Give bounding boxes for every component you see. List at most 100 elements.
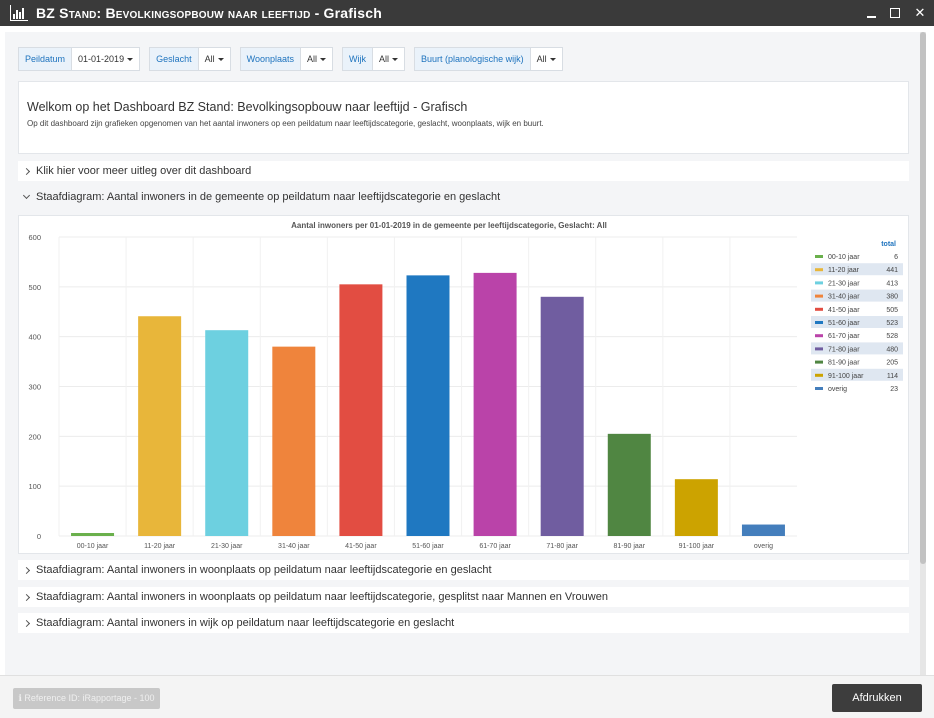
y-tick-label: 400 [28,333,41,342]
caret-down-icon [549,57,556,61]
legend-value: 413 [886,280,898,287]
window-title: BZ Stand: Bevolkingsopbouw naar leeftijd… [36,5,382,21]
filter-label: Wijk [343,48,374,70]
y-tick-label: 200 [28,432,41,441]
x-tick-label: 51-60 jaar [412,543,444,550]
welcome-panel: Welkom op het Dashboard BZ Stand: Bevolk… [18,81,909,154]
legend-swatch [815,334,823,338]
x-tick-label: 11-20 jaar [144,543,176,550]
caret-down-icon [392,57,399,61]
filter-label: Peildatum [19,48,73,70]
legend-swatch [815,347,823,351]
x-tick-label: 71-80 jaar [546,543,578,550]
dashboard-content: Peildatum 01-01-2019 Geslacht All Woonpl… [5,32,920,675]
filter-label: Buurt (planologische wijk) [415,48,531,70]
bar [607,433,651,536]
y-tick-label: 300 [28,383,41,392]
filter-value[interactable]: 01-01-2019 [72,48,139,70]
legend-value: 205 [886,360,898,367]
section-uitleg[interactable]: Klik hier voor meer uitleg over dit dash… [18,161,909,181]
filter-value[interactable]: All [373,48,404,70]
scrollbar[interactable] [920,32,926,675]
bar [741,524,785,536]
x-tick-label: 31-40 jaar [278,543,310,550]
legend-swatch [815,294,823,298]
legend-swatch [815,373,823,377]
title-bar: BZ Stand: Bevolkingsopbouw naar leeftijd… [0,0,934,26]
chevron-down-icon [22,191,31,200]
legend-label: 00-10 jaar [828,254,860,261]
legend-value: 528 [886,333,898,340]
section-woonplaats[interactable]: Staafdiagram: Aantal inwoners in woonpla… [18,560,909,580]
bar [406,275,450,536]
chevron-right-icon [22,593,31,601]
legend-swatch [815,321,823,324]
filter-wijk[interactable]: Wijk All [342,47,406,71]
scrollbar-thumb[interactable] [920,32,926,564]
legend-label: 81-90 jaar [828,360,860,367]
filter-value[interactable]: All [531,48,562,70]
y-tick-label: 500 [28,283,41,292]
chevron-right-icon [22,167,31,175]
filter-value[interactable]: All [301,48,332,70]
caret-down-icon [127,57,134,61]
filter-label: Geslacht [150,48,199,70]
filter-woonplaats[interactable]: Woonplaats All [239,47,334,71]
bar [71,533,115,536]
bar [473,272,517,536]
bar [272,346,316,536]
legend-label: 11-20 jaar [828,267,860,274]
section-gemeente[interactable]: Staafdiagram: Aantal inwoners in de geme… [18,187,909,207]
legend-swatch [815,360,823,364]
welcome-title: Welkom op het Dashboard BZ Stand: Bevolk… [27,100,468,114]
bar [540,296,584,536]
legend-value: 23 [890,386,898,393]
bar-chart-icon [10,5,28,21]
section-title: Staafdiagram: Aantal inwoners in woonpla… [36,591,608,603]
legend-label: 71-80 jaar [828,346,860,353]
bar [205,330,249,536]
x-tick-label: 91-100 jaar [679,543,715,550]
legend-swatch [815,387,823,390]
y-tick-label: 100 [28,482,41,491]
legend-value: 441 [886,267,898,274]
bar [138,316,182,536]
legend-value: 523 [886,320,898,327]
bar-chart: Aantal inwoners per 01-01-2019 in de gem… [28,221,903,550]
legend-swatch [815,281,823,285]
welcome-text: Op dit dashboard zijn grafieken opgenome… [27,119,544,128]
legend-header: total [881,241,896,248]
section-title: Staafdiagram: Aantal inwoners in de geme… [36,191,501,203]
x-tick-label: 61-70 jaar [479,543,511,550]
legend-label: overig [828,386,847,393]
minimize-icon[interactable] [867,10,876,18]
filter-geslacht[interactable]: Geslacht All [149,47,231,71]
legend-swatch [815,255,823,258]
legend-label: 21-30 jaar [828,280,860,287]
filter-buurt[interactable]: Buurt (planologische wijk) All [414,47,563,71]
bar [674,479,718,536]
filter-peildatum[interactable]: Peildatum 01-01-2019 [18,47,141,71]
filter-value[interactable]: All [199,48,230,70]
legend-label: 41-50 jaar [828,307,860,314]
chart-title: Aantal inwoners per 01-01-2019 in de gem… [291,221,607,230]
section-wijk[interactable]: Staafdiagram: Aantal inwoners in wijk op… [18,613,909,633]
section-woonplaats-mv[interactable]: Staafdiagram: Aantal inwoners in woonpla… [18,587,909,607]
caret-down-icon [217,57,224,61]
legend-value: 114 [887,373,898,380]
x-tick-label: 81-90 jaar [614,543,646,550]
print-button[interactable]: Afdrukken [832,684,922,712]
close-icon[interactable]: ✕ [914,5,926,21]
maximize-icon[interactable] [890,8,900,18]
legend-label: 31-40 jaar [828,294,860,301]
legend-label: 91-100 jaar [828,373,864,380]
reference-id-button[interactable]: ℹ Reference ID: iRapportage - 100 [13,688,160,709]
legend-value: 505 [886,307,898,314]
chart-panel: Aantal inwoners per 01-01-2019 in de gem… [18,215,909,554]
section-title: Staafdiagram: Aantal inwoners in wijk op… [36,617,455,629]
section-title: Staafdiagram: Aantal inwoners in woonpla… [36,564,492,576]
chevron-right-icon [22,619,31,627]
section-title: Klik hier voor meer uitleg over dit dash… [36,165,252,177]
legend-swatch [815,268,823,272]
legend-value: 380 [886,294,898,301]
